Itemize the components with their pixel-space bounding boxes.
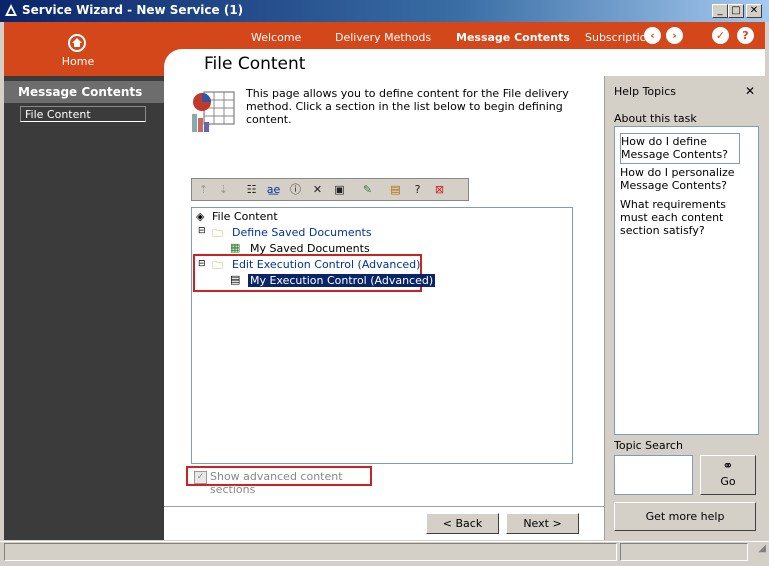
tree-node-edit-execution-control[interactable]: Edit Execution Control (Advanced) bbox=[232, 258, 420, 271]
close-button[interactable]: ✕ bbox=[746, 4, 762, 18]
left-sidebar: Message Contents File Content bbox=[4, 76, 164, 540]
advanced-sections-checkbox[interactable]: ✓ bbox=[194, 471, 207, 484]
file-content-root-icon: ◈ bbox=[196, 210, 205, 223]
title-bar: Service Wizard - New Service (1) _ □ ✕ bbox=[0, 0, 769, 22]
content-toolbar: ⇡ ⇣ ☷ a͟e ⓘ ✕ ▣ ✎ ▤ ? ⊠ bbox=[191, 178, 469, 201]
save-icon[interactable]: ▣ bbox=[330, 181, 349, 198]
home-button[interactable]: Home bbox=[4, 22, 164, 76]
move-down-icon[interactable]: ⇣ bbox=[214, 181, 233, 198]
move-up-icon[interactable]: ⇡ bbox=[194, 181, 213, 198]
status-pane-secondary bbox=[620, 543, 748, 561]
document-icon: ▦ bbox=[230, 241, 241, 254]
tree-node-my-execution-control[interactable]: My Execution Control (Advanced) bbox=[248, 274, 436, 287]
remove-section-icon[interactable]: ⊠ bbox=[430, 181, 449, 198]
minimize-button[interactable]: _ bbox=[712, 4, 728, 18]
folder-icon: 🗀 bbox=[212, 227, 223, 240]
help-topic-item[interactable]: What requirements must each content sect… bbox=[620, 198, 745, 237]
tree-root[interactable]: File Content bbox=[212, 210, 278, 223]
help-topic-list: How do I define Message Contents? How do… bbox=[614, 126, 759, 435]
back-button[interactable]: < Back bbox=[426, 513, 499, 534]
page-title: File Content bbox=[204, 54, 306, 74]
spell-check-icon[interactable]: a͟e bbox=[264, 181, 283, 198]
collapse-icon[interactable]: ⊟ bbox=[198, 226, 206, 236]
about-task-label: About this task bbox=[614, 112, 697, 125]
wizard-icon bbox=[5, 4, 17, 16]
tab-delivery-methods[interactable]: Delivery Methods bbox=[335, 31, 431, 44]
status-pane-main bbox=[4, 543, 617, 561]
get-more-help-button[interactable]: Get more help bbox=[614, 502, 756, 531]
help-question-icon[interactable]: ? bbox=[737, 27, 754, 44]
next-button[interactable]: Next > bbox=[506, 513, 579, 534]
sidebar-section-message-contents[interactable]: Message Contents bbox=[4, 81, 164, 103]
advanced-sections-label: Show advanced content sections bbox=[210, 470, 343, 496]
help-topic-item[interactable]: How do I define Message Contents? bbox=[620, 133, 740, 164]
tab-message-contents[interactable]: Message Contents bbox=[456, 31, 570, 44]
finish-check-icon[interactable]: ✓ bbox=[712, 27, 729, 44]
footer-divider bbox=[164, 506, 604, 507]
properties-icon[interactable]: ☷ bbox=[242, 181, 261, 198]
maximize-button[interactable]: □ bbox=[728, 4, 744, 18]
window-title: Service Wizard - New Service (1) bbox=[22, 3, 244, 17]
wizard-header: Home Welcome Delivery Methods Message Co… bbox=[4, 22, 765, 76]
sidebar-item-file-content[interactable]: File Content bbox=[20, 106, 146, 122]
edit-icon[interactable]: ✎ bbox=[358, 181, 377, 198]
home-icon bbox=[68, 34, 86, 52]
preview-icon[interactable]: ▤ bbox=[386, 181, 405, 198]
tree-node-define-saved-documents[interactable]: Define Saved Documents bbox=[232, 226, 372, 239]
main-panel: File Content This page allows you to def… bbox=[164, 54, 604, 540]
topic-search-label: Topic Search bbox=[614, 439, 683, 452]
content-tree[interactable]: ◈ File Content ⊟ 🗀 Define Saved Document… bbox=[191, 207, 573, 464]
help-topic-icon[interactable]: ? bbox=[408, 181, 427, 198]
collapse-icon[interactable]: ⊟ bbox=[198, 259, 206, 269]
folder-icon: 🗀 bbox=[212, 259, 223, 272]
delete-icon[interactable]: ✕ bbox=[308, 181, 327, 198]
help-close-icon[interactable]: ✕ bbox=[745, 84, 755, 98]
script-icon: ▤ bbox=[230, 273, 241, 286]
back-arrow-icon[interactable]: ‹ bbox=[644, 27, 661, 44]
help-topic-item[interactable]: How do I personalize Message Contents? bbox=[620, 166, 745, 192]
tab-subscriptions[interactable]: Subscriptic bbox=[585, 31, 646, 44]
info-icon[interactable]: ⓘ bbox=[286, 181, 305, 198]
topic-search-input[interactable] bbox=[614, 455, 693, 495]
resize-grip-icon[interactable]: ◢ bbox=[750, 543, 766, 561]
advanced-sections-checkbox-row[interactable]: ✓ Show advanced content sections bbox=[186, 466, 372, 496]
help-panel: Help Topics ✕ About this task How do I d… bbox=[604, 76, 766, 540]
help-title: Help Topics bbox=[614, 85, 676, 98]
page-description: This page allows you to define content f… bbox=[246, 87, 569, 126]
forward-arrow-icon[interactable]: › bbox=[666, 27, 683, 44]
binoculars-icon: ⚭ bbox=[722, 459, 734, 474]
go-label: Go bbox=[720, 475, 736, 488]
go-button[interactable]: ⚭ Go bbox=[700, 455, 756, 495]
status-bar: ◢ bbox=[0, 541, 769, 566]
content-grid-icon bbox=[192, 91, 235, 132]
home-label: Home bbox=[61, 55, 95, 68]
tab-welcome[interactable]: Welcome bbox=[251, 31, 301, 44]
